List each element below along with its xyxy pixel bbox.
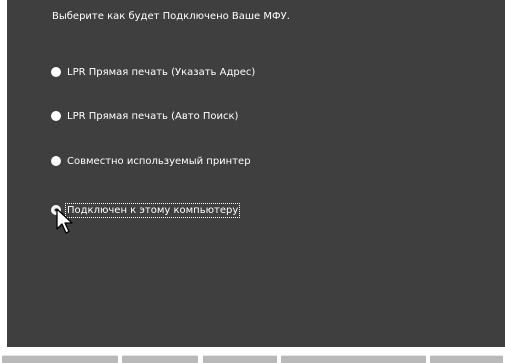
radio-button-icon[interactable] <box>51 156 61 166</box>
wizard-button[interactable] <box>281 355 426 363</box>
screenshot-frame: Выберите как будет Подключено Ваше МФУ. … <box>0 0 505 363</box>
mouse-pointer-icon <box>56 208 73 234</box>
option-label: LPR Прямая печать (Указать Адрес) <box>67 66 256 78</box>
radio-button-icon[interactable] <box>51 111 61 121</box>
connection-type-panel <box>7 0 505 347</box>
wizard-button[interactable] <box>430 355 503 363</box>
option-local-computer[interactable]: Подключен к этому компьютеру <box>51 202 241 218</box>
option-label: Подключен к этому компьютеру <box>64 202 241 218</box>
option-label: LPR Прямая печать (Авто Поиск) <box>67 110 239 122</box>
wizard-button[interactable] <box>122 355 198 363</box>
option-label: Совместно используемый принтер <box>67 155 251 167</box>
wizard-button[interactable] <box>203 355 277 363</box>
wizard-button[interactable] <box>2 355 118 363</box>
connection-heading: Выберите как будет Подключено Ваше МФУ. <box>52 11 290 22</box>
option-lpr-direct-address[interactable]: LPR Прямая печать (Указать Адрес) <box>51 65 255 79</box>
option-lpr-direct-auto-search[interactable]: LPR Прямая печать (Авто Поиск) <box>51 109 238 123</box>
radio-button-icon[interactable] <box>51 67 61 77</box>
option-shared-printer[interactable]: Совместно используемый принтер <box>51 154 251 168</box>
